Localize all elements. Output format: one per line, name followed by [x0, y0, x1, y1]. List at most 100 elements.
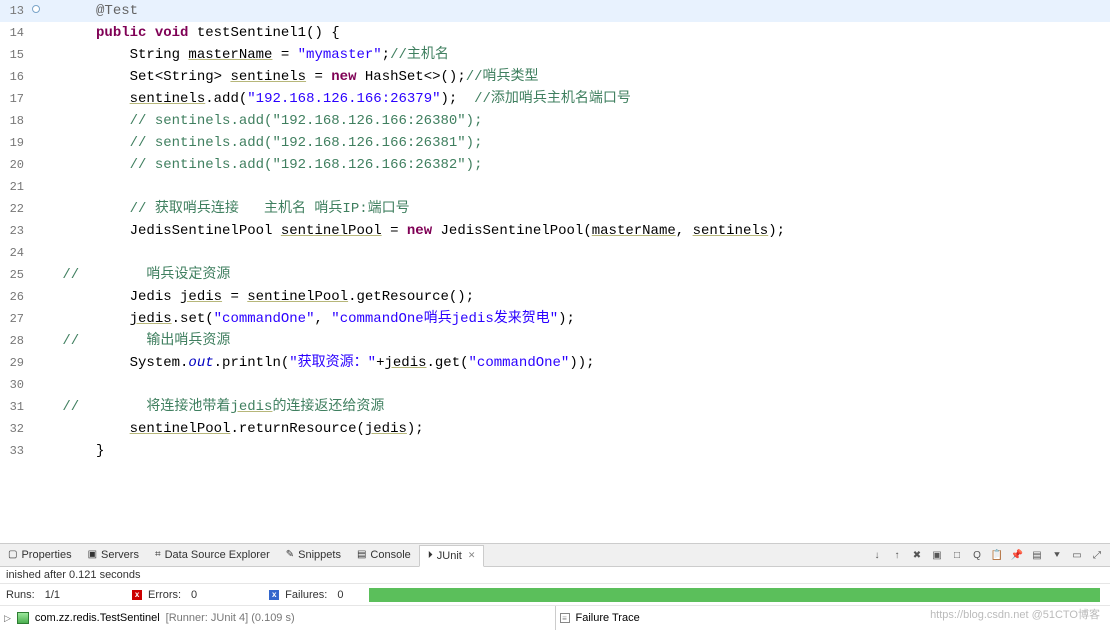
test-class-name: com.zz.redis.TestSentinel [35, 612, 160, 624]
failure-trace-label: Failure Trace [576, 612, 640, 624]
failure-trace-icon: ≡ [560, 613, 570, 623]
code-line[interactable]: 13 @Test [0, 0, 1110, 22]
runs-value: 1/1 [45, 589, 60, 601]
line-number: 21 [0, 176, 26, 198]
toolbar-button-6[interactable]: 📋 [990, 548, 1004, 562]
code-line[interactable]: 28 // 输出哨兵资源 [0, 330, 1110, 352]
toolbar-button-0[interactable]: ↓ [870, 548, 884, 562]
test-tree[interactable]: ▷ com.zz.redis.TestSentinel [Runner: JUn… [0, 606, 555, 630]
tab-icon: ⏵ [428, 551, 433, 561]
tab-label: Console [370, 549, 410, 561]
toolbar-button-11[interactable]: ⤢ [1090, 548, 1104, 562]
code-line[interactable]: 26 Jedis jedis = sentinelPool.getResourc… [0, 286, 1110, 308]
view-tab-servers[interactable]: ▣Servers [80, 544, 147, 566]
code-line[interactable]: 31 // 将连接池带着jedis的连接返还给资源 [0, 396, 1110, 418]
junit-finished-label: inished after 0.121 seconds [0, 567, 1110, 584]
code-line[interactable]: 30 [0, 374, 1110, 396]
code-line[interactable]: 21 [0, 176, 1110, 198]
code-content[interactable]: // sentinels.add("192.168.126.166:26381"… [46, 132, 1110, 154]
tree-toggle-icon[interactable]: ▷ [4, 613, 11, 624]
code-content[interactable]: sentinelPool.returnResource(jedis); [46, 418, 1110, 440]
tab-icon: ▣ [88, 550, 97, 560]
gutter-marker [26, 286, 46, 308]
line-number: 25 [0, 264, 26, 286]
code-content[interactable] [46, 242, 1110, 264]
code-content[interactable]: sentinels.add("192.168.126.166:26379"); … [46, 88, 1110, 110]
code-content[interactable]: // 输出哨兵资源 [46, 330, 1110, 352]
gutter-marker [26, 176, 46, 198]
line-number: 16 [0, 66, 26, 88]
code-line[interactable]: 27 jedis.set("commandOne", "commandOne哨兵… [0, 308, 1110, 330]
tab-label: Snippets [298, 549, 341, 561]
code-content[interactable]: jedis.set("commandOne", "commandOne哨兵jed… [46, 308, 1110, 330]
view-tab-properties[interactable]: ▢ Properties [0, 544, 80, 566]
code-line[interactable]: 18 // sentinels.add("192.168.126.166:263… [0, 110, 1110, 132]
code-content[interactable]: System.out.println("获取资源："+jedis.get("co… [46, 352, 1110, 374]
code-line[interactable]: 24 [0, 242, 1110, 264]
toolbar-button-1[interactable]: ↑ [890, 548, 904, 562]
code-line[interactable]: 16 Set<String> sentinels = new HashSet<>… [0, 66, 1110, 88]
toolbar-button-10[interactable]: ▭ [1070, 548, 1084, 562]
tab-label: Properties [21, 549, 71, 561]
code-content[interactable]: Jedis jedis = sentinelPool.getResource()… [46, 286, 1110, 308]
code-line[interactable]: 32 sentinelPool.returnResource(jedis); [0, 418, 1110, 440]
code-content[interactable]: // 将连接池带着jedis的连接返还给资源 [46, 396, 1110, 418]
junit-stats-row: Runs: 1/1 x Errors: 0 x Failures: 0 [0, 584, 1110, 606]
code-content[interactable] [46, 374, 1110, 396]
line-number: 20 [0, 154, 26, 176]
code-content[interactable]: Set<String> sentinels = new HashSet<>();… [46, 66, 1110, 88]
line-number: 22 [0, 198, 26, 220]
code-content[interactable]: @Test [46, 0, 1110, 22]
code-line[interactable]: 29 System.out.println("获取资源："+jedis.get(… [0, 352, 1110, 374]
view-tab-data-source-explorer[interactable]: ⌗ Data Source Explorer [147, 544, 278, 566]
line-number: 32 [0, 418, 26, 440]
code-line[interactable]: 25 // 哨兵设定资源 [0, 264, 1110, 286]
code-line[interactable]: 20 // sentinels.add("192.168.126.166:263… [0, 154, 1110, 176]
toolbar-button-4[interactable]: □ [950, 548, 964, 562]
gutter-marker [26, 352, 46, 374]
line-number: 27 [0, 308, 26, 330]
toolbar-button-5[interactable]: Q [970, 548, 984, 562]
view-tab-junit[interactable]: ⏵ JUnit ✕ [419, 545, 485, 567]
toolbar-button-3[interactable]: ▣ [930, 548, 944, 562]
errors-value: 0 [191, 589, 197, 601]
test-pass-icon [17, 612, 29, 624]
line-number: 31 [0, 396, 26, 418]
code-content[interactable]: public void testSentinel1() { [46, 22, 1110, 44]
code-content[interactable]: } [46, 440, 1110, 462]
failure-icon: x [269, 590, 279, 600]
line-number: 24 [0, 242, 26, 264]
code-content[interactable]: // 哨兵设定资源 [46, 264, 1110, 286]
code-line[interactable]: 17 sentinels.add("192.168.126.166:26379"… [0, 88, 1110, 110]
toolbar-button-9[interactable]: ⯆ [1050, 548, 1064, 562]
line-number: 29 [0, 352, 26, 374]
code-line[interactable]: 22 // 获取哨兵连接 主机名 哨兵IP:端口号 [0, 198, 1110, 220]
code-content[interactable]: JedisSentinelPool sentinelPool = new Jed… [46, 220, 1110, 242]
tab-icon: ▢ [8, 550, 17, 560]
toolbar-button-7[interactable]: 📌 [1010, 548, 1024, 562]
code-content[interactable] [46, 176, 1110, 198]
tab-label: JUnit [437, 550, 462, 562]
code-content[interactable]: // sentinels.add("192.168.126.166:26382"… [46, 154, 1110, 176]
test-meta: [Runner: JUnit 4] (0.109 s) [166, 612, 295, 624]
code-editor[interactable]: 13 @Test14 public void testSentinel1() {… [0, 0, 1110, 543]
code-content[interactable]: // 获取哨兵连接 主机名 哨兵IP:端口号 [46, 198, 1110, 220]
code-line[interactable]: 23 JedisSentinelPool sentinelPool = new … [0, 220, 1110, 242]
code-line[interactable]: 19 // sentinels.add("192.168.126.166:263… [0, 132, 1110, 154]
line-number: 23 [0, 220, 26, 242]
code-line[interactable]: 14 public void testSentinel1() { [0, 22, 1110, 44]
tab-label: Data Source Explorer [165, 549, 270, 561]
toolbar-button-2[interactable]: ✖ [910, 548, 924, 562]
code-content[interactable]: // sentinels.add("192.168.126.166:26380"… [46, 110, 1110, 132]
code-line[interactable]: 33 } [0, 440, 1110, 462]
view-tab-snippets[interactable]: ✎Snippets [278, 544, 349, 566]
close-icon[interactable]: ✕ [468, 550, 476, 561]
gutter-marker [26, 308, 46, 330]
line-number: 19 [0, 132, 26, 154]
toolbar-button-8[interactable]: ▤ [1030, 548, 1044, 562]
code-content[interactable]: String masterName = "mymaster";//主机名 [46, 44, 1110, 66]
tab-icon: ⌗ [155, 550, 161, 560]
gutter-marker [26, 330, 46, 352]
code-line[interactable]: 15 String masterName = "mymaster";//主机名 [0, 44, 1110, 66]
view-tab-console[interactable]: ▤Console [349, 544, 419, 566]
